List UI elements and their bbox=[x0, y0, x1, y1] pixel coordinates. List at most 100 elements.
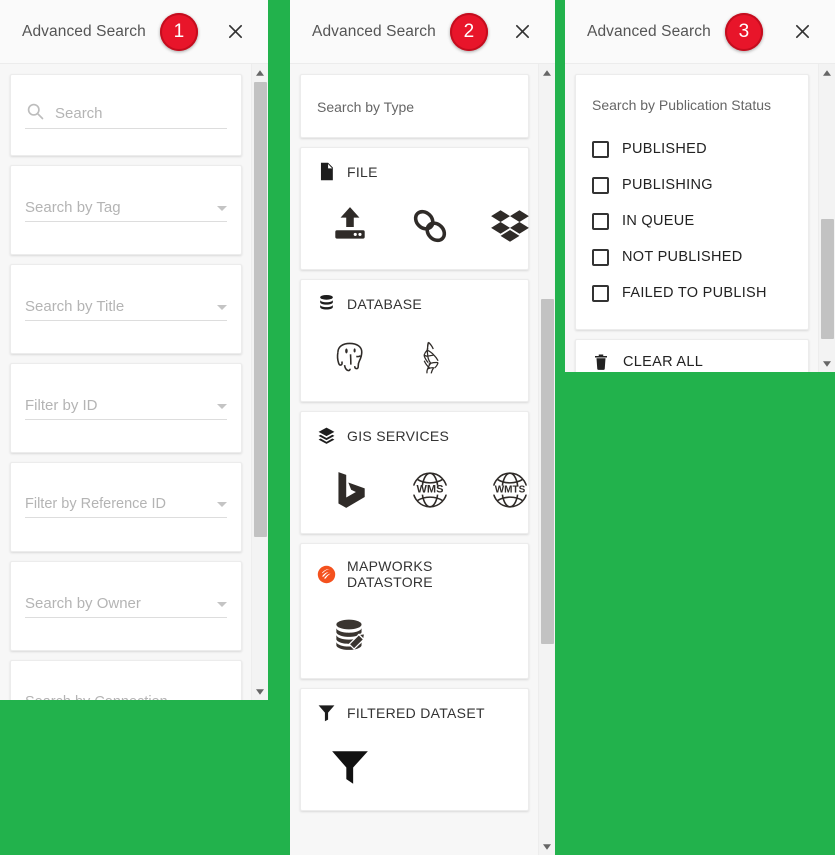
status-checkbox-row[interactable]: IN QUEUE bbox=[592, 203, 792, 239]
status-checkbox-row[interactable]: PUBLISHED bbox=[592, 131, 792, 167]
type-option-list bbox=[317, 590, 512, 660]
type-group-card: FILE bbox=[300, 147, 529, 270]
field-row: Search bbox=[25, 101, 227, 129]
search-input[interactable]: Search bbox=[55, 105, 227, 122]
type-group-label: DATABASE bbox=[347, 295, 423, 312]
type-group: DATABASE bbox=[301, 280, 528, 401]
scroll-up-icon[interactable] bbox=[539, 64, 555, 81]
chevron-down-icon[interactable] bbox=[217, 304, 227, 310]
search-input[interactable]: Search by Title bbox=[25, 298, 207, 315]
field-row: Search by Connection bbox=[25, 694, 227, 700]
filter-icon bbox=[317, 703, 336, 722]
type-group: MAPWORKS DATASTORE bbox=[301, 544, 528, 678]
svg-text:WMTS: WMTS bbox=[495, 485, 526, 496]
field-card: Search by Title bbox=[10, 264, 242, 354]
field-row: Filter by Reference ID bbox=[25, 496, 227, 518]
chevron-down-icon[interactable] bbox=[217, 205, 227, 211]
upload-icon[interactable] bbox=[329, 205, 371, 247]
panel-2-body: Search by Type FILE DATABASE GIS SERVICES W… bbox=[290, 64, 555, 855]
wms-icon[interactable]: WMS bbox=[409, 469, 451, 511]
close-icon[interactable] bbox=[507, 17, 537, 47]
scroll-thumb[interactable] bbox=[254, 82, 267, 537]
field-row: Search by Owner bbox=[25, 595, 227, 618]
panel-2-header: Advanced Search 2 bbox=[290, 0, 555, 64]
publication-status-card: Search by Publication Status PUBLISHED PU… bbox=[575, 74, 809, 330]
chevron-down-icon[interactable] bbox=[217, 601, 227, 607]
funnel-icon[interactable] bbox=[329, 746, 371, 788]
close-icon[interactable] bbox=[220, 17, 250, 47]
chevron-down-icon[interactable] bbox=[217, 403, 227, 409]
postgresql-icon[interactable] bbox=[329, 337, 371, 379]
scroll-thumb[interactable] bbox=[821, 219, 834, 339]
field-card: Search by Owner bbox=[10, 561, 242, 651]
page-title: Advanced Search bbox=[22, 22, 146, 40]
panel-3-header: Advanced Search 3 bbox=[565, 0, 835, 64]
status-checkbox-row[interactable]: FAILED TO PUBLISH bbox=[592, 275, 792, 311]
field-card: Search by Connection bbox=[10, 660, 242, 700]
panel-1-header: Advanced Search 1 bbox=[0, 0, 268, 64]
status-checkbox-row[interactable]: NOT PUBLISHED bbox=[592, 239, 792, 275]
type-option-list: WMS WMTS bbox=[317, 445, 529, 515]
scroll-thumb[interactable] bbox=[541, 299, 554, 644]
database-icon bbox=[317, 294, 336, 313]
field-row: Search by Title bbox=[25, 298, 227, 321]
panel-1-body: Search Search by Tag Search by Title Filter… bbox=[0, 64, 268, 700]
scroll-down-icon[interactable] bbox=[539, 838, 555, 855]
type-option-list bbox=[317, 722, 512, 792]
search-input[interactable]: Filter by ID bbox=[25, 397, 207, 414]
type-group-label: MAPWORKS DATASTORE bbox=[347, 558, 433, 590]
search-by-type-card: Search by Type bbox=[300, 74, 529, 138]
panel-2-scrollbar[interactable] bbox=[538, 64, 555, 855]
sql-server-icon[interactable] bbox=[409, 337, 451, 379]
checkbox-icon[interactable] bbox=[592, 140, 609, 158]
search-input[interactable]: Search by Owner bbox=[25, 595, 207, 612]
datastore-edit-icon[interactable] bbox=[329, 614, 371, 656]
checkbox-icon[interactable] bbox=[592, 248, 609, 266]
clear-all-label: CLEAR ALL bbox=[623, 354, 704, 370]
publication-status-content: Search by Publication Status PUBLISHED PU… bbox=[565, 64, 818, 372]
search-input[interactable]: Search by Tag bbox=[25, 199, 207, 216]
panel-1-scrollbar[interactable] bbox=[251, 64, 268, 700]
type-group-card: DATABASE bbox=[300, 279, 529, 402]
type-option-list bbox=[317, 181, 529, 251]
scroll-up-icon[interactable] bbox=[252, 64, 268, 81]
checkbox-icon[interactable] bbox=[592, 212, 609, 230]
type-group-card: FILTERED DATASET bbox=[300, 688, 529, 811]
type-group: FILE bbox=[301, 148, 529, 269]
trash-icon bbox=[592, 353, 610, 371]
scroll-up-icon[interactable] bbox=[819, 64, 835, 81]
type-group-title: DATABASE bbox=[317, 294, 512, 313]
chevron-down-icon[interactable] bbox=[217, 502, 227, 507]
status-label: NOT PUBLISHED bbox=[622, 249, 743, 265]
wmts-icon[interactable]: WMTS bbox=[489, 469, 531, 511]
bing-maps-icon[interactable] bbox=[329, 469, 371, 511]
scroll-down-icon[interactable] bbox=[819, 355, 835, 372]
field-row: Search by Tag bbox=[25, 199, 227, 222]
link-icon[interactable] bbox=[409, 205, 451, 247]
status-checkbox-row[interactable]: PUBLISHING bbox=[592, 167, 792, 203]
search-input[interactable]: Filter by Reference ID bbox=[25, 496, 207, 512]
file-icon bbox=[317, 162, 336, 181]
type-group-card: MAPWORKS DATASTORE bbox=[300, 543, 529, 679]
dropbox-icon[interactable] bbox=[489, 205, 531, 247]
clear-all-button[interactable]: CLEAR ALL bbox=[575, 339, 809, 372]
publication-status-heading: Search by Publication Status bbox=[592, 97, 771, 113]
scroll-down-icon[interactable] bbox=[252, 683, 268, 700]
type-group-title: FILTERED DATASET bbox=[317, 703, 512, 722]
panel-3-body: Search by Publication Status PUBLISHED PU… bbox=[565, 64, 835, 372]
layers-icon bbox=[317, 426, 336, 445]
checkbox-icon[interactable] bbox=[592, 176, 609, 194]
search-fields-list: Search Search by Tag Search by Title Filter… bbox=[0, 64, 251, 700]
status-label: IN QUEUE bbox=[622, 213, 695, 229]
close-icon[interactable] bbox=[787, 17, 817, 47]
type-group-label: GIS SERVICES bbox=[347, 427, 450, 444]
panel-3-scrollbar[interactable] bbox=[818, 64, 835, 372]
search-by-type-heading: Search by Type bbox=[317, 99, 415, 115]
type-group: GIS SERVICES WMS WMTS bbox=[301, 412, 529, 533]
status-label: PUBLISHING bbox=[622, 177, 713, 193]
type-option-list bbox=[317, 313, 512, 383]
svg-text:WMS: WMS bbox=[417, 484, 444, 496]
checkbox-icon[interactable] bbox=[592, 284, 609, 302]
search-input[interactable]: Search by Connection bbox=[25, 694, 207, 700]
type-group-label: FILE bbox=[347, 163, 378, 180]
